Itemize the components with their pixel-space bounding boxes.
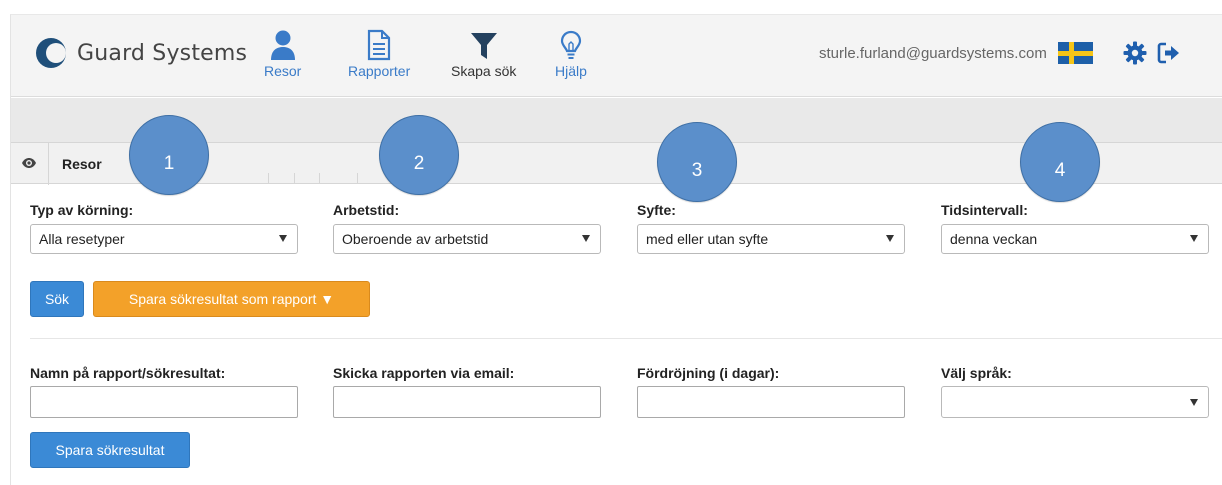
callout-2: 2 [379, 115, 459, 195]
tab-divider [48, 143, 49, 185]
label-report-email: Skicka rapporten via email: [333, 365, 515, 381]
tab-resor[interactable]: Resor [62, 156, 102, 172]
save-search-result-button[interactable]: Spara sökresultat [30, 432, 190, 468]
eye-icon[interactable] [21, 156, 37, 175]
search-button[interactable]: Sök [30, 281, 84, 317]
select-value: Oberoende av arbetstid [342, 231, 489, 247]
label-language: Välj språk: [941, 365, 1012, 381]
label-delay-days: Fördröjning (i dagar): [637, 365, 780, 381]
top-header: Guard Systems Resor Rapporter Skapa sök … [11, 15, 1222, 97]
lightbulb-icon [560, 25, 582, 61]
app-window: Guard Systems Resor Rapporter Skapa sök … [10, 14, 1222, 485]
callout-3: 3 [657, 122, 737, 202]
swedish-flag-icon[interactable] [1058, 42, 1093, 64]
label-report-name: Namn på rapport/sökresultat: [30, 365, 226, 381]
column-tick [294, 173, 295, 184]
delay-days-input[interactable] [637, 386, 905, 418]
column-tick [268, 173, 269, 184]
nav-item-hjalp[interactable]: Hjälp [555, 25, 587, 79]
brand-logo[interactable]: Guard Systems [35, 37, 247, 69]
select-value: med eller utan syfte [646, 231, 769, 247]
callout-1: 1 [129, 115, 209, 195]
nav-item-rapporter[interactable]: Rapporter [348, 25, 410, 79]
select-tidsintervall[interactable]: denna veckan [941, 224, 1209, 254]
report-email-input[interactable] [333, 386, 601, 418]
nav-label-resor: Resor [264, 63, 302, 79]
select-language[interactable] [941, 386, 1209, 418]
nav-item-resor[interactable]: Resor [264, 25, 301, 79]
nav-label-hjalp: Hjälp [555, 63, 587, 79]
guard-systems-logo-icon [35, 37, 67, 69]
filter-label-tidsintervall: Tidsintervall: [941, 202, 1028, 218]
column-tick [357, 173, 358, 184]
save-as-report-button[interactable]: Spara sökresultat som rapport ▼ [93, 281, 370, 317]
filter-icon [470, 25, 498, 61]
sign-out-icon[interactable] [1157, 41, 1181, 70]
select-syfte[interactable]: med eller utan syfte [637, 224, 905, 254]
filter-label-syfte: Syfte: [637, 202, 676, 218]
nav-label-skapa-sok: Skapa sök [451, 63, 517, 79]
user-icon [269, 25, 297, 61]
nav-label-rapporter: Rapporter [348, 63, 411, 79]
user-email[interactable]: sturle.furland@guardsystems.com [819, 45, 1047, 62]
caret-down-icon [582, 235, 590, 242]
filter-label-arbetstid: Arbetstid: [333, 202, 400, 218]
caret-down-icon [1190, 399, 1198, 406]
select-value: Alla resetyper [39, 231, 125, 247]
column-tick [319, 173, 320, 184]
callout-4: 4 [1020, 122, 1100, 202]
caret-down-icon [886, 235, 894, 242]
nav-item-skapa-sok[interactable]: Skapa sök [451, 25, 516, 79]
filter-label-typ-av-korning: Typ av körning: [30, 202, 134, 218]
report-name-input[interactable] [30, 386, 298, 418]
caret-down-icon [1190, 235, 1198, 242]
brand-name: Guard Systems [77, 40, 248, 66]
section-divider [30, 338, 1222, 339]
select-typ-av-korning[interactable]: Alla resetyper [30, 224, 298, 254]
select-arbetstid[interactable]: Oberoende av arbetstid [333, 224, 601, 254]
caret-down-icon [279, 235, 287, 242]
select-value: denna veckan [950, 231, 1038, 247]
document-icon [366, 25, 392, 61]
gear-icon[interactable] [1123, 41, 1147, 70]
